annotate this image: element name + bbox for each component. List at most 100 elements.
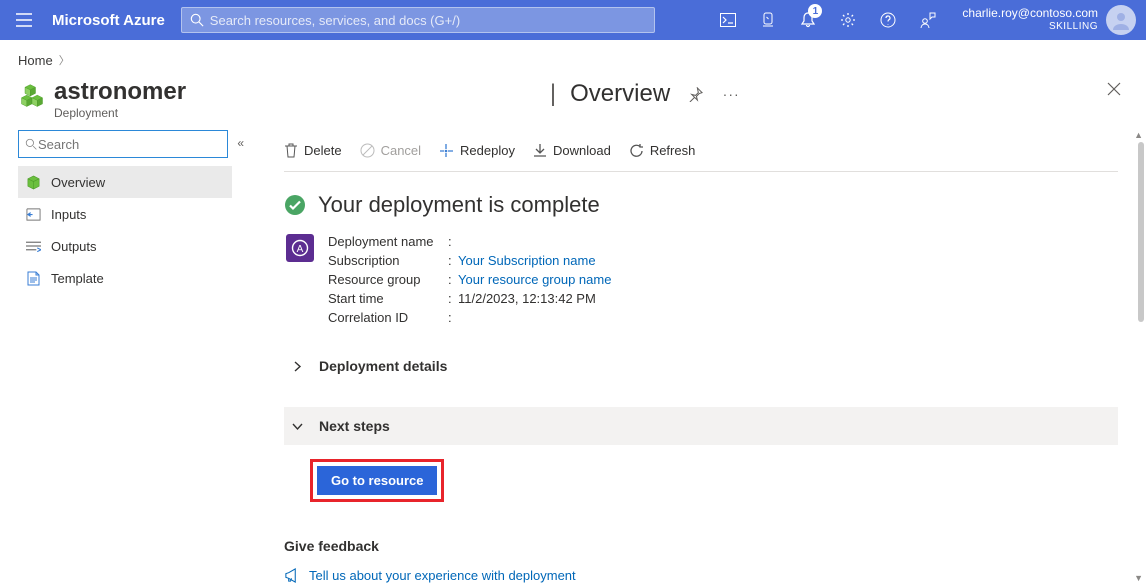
deployment-name-value — [458, 234, 611, 249]
menu-item-label: Inputs — [51, 207, 86, 222]
global-search[interactable] — [181, 7, 655, 33]
blade-title: Overview — [570, 80, 670, 108]
trash-icon — [284, 143, 298, 158]
go-to-resource-button[interactable]: Go to resource — [317, 466, 437, 495]
scroll-up-icon: ▲ — [1134, 130, 1143, 140]
notifications-button[interactable]: 1 — [788, 0, 828, 40]
main-content: ▲ ▼ Delete Cancel Redeploy Download — [248, 130, 1146, 583]
resource-type-label: Deployment — [54, 106, 186, 120]
command-bar: Delete Cancel Redeploy Download Refresh — [284, 130, 1118, 172]
brand-label[interactable]: Microsoft Azure — [48, 12, 179, 29]
global-header: Microsoft Azure 1 charlie.roy@contoso.co… — [0, 0, 1146, 40]
chevron-down-icon — [292, 421, 303, 432]
search-icon — [25, 138, 38, 151]
deployment-status: Your deployment is complete — [284, 192, 1118, 218]
hamburger-button[interactable] — [0, 0, 48, 40]
avatar-icon — [1111, 10, 1131, 30]
scroll-down-icon: ▼ — [1134, 573, 1143, 583]
menu-item-template[interactable]: Template — [18, 262, 232, 294]
person-feedback-icon — [920, 12, 936, 28]
deployment-cube-icon — [18, 82, 46, 110]
breadcrumb: Home 〉 — [0, 40, 1146, 72]
outputs-icon — [26, 240, 41, 253]
menu-item-label: Outputs — [51, 239, 97, 254]
resource-title: astronomer — [54, 78, 186, 106]
refresh-icon — [629, 143, 644, 158]
svg-text:A: A — [297, 244, 304, 255]
download-label: Download — [553, 143, 611, 158]
download-button[interactable]: Download — [533, 143, 611, 158]
menu-item-inputs[interactable]: Inputs — [18, 198, 232, 230]
cloud-shell-button[interactable] — [708, 0, 748, 40]
help-button[interactable] — [868, 0, 908, 40]
resource-group-link[interactable]: Your resource group name — [458, 272, 611, 287]
chevron-right-icon — [292, 361, 303, 372]
next-steps-section[interactable]: Next steps — [284, 407, 1118, 445]
deployment-name-label: Deployment name — [328, 234, 448, 249]
search-icon — [190, 13, 204, 27]
menu-item-overview[interactable]: Overview — [18, 166, 232, 198]
deployment-summary: A Deployment name: Subscription:Your Sub… — [286, 234, 1118, 325]
scrollbar[interactable]: ▲ ▼ — [1130, 130, 1146, 583]
refresh-label: Refresh — [650, 143, 696, 158]
section-divider: | — [550, 80, 556, 108]
deployment-details-section[interactable]: Deployment details — [284, 347, 1118, 385]
resource-header: astronomer Deployment | Overview ··· — [0, 72, 1146, 130]
resource-menu: « Overview Inputs Outputs Template — [0, 130, 248, 583]
feedback-section: Give feedback Tell us about your experie… — [284, 538, 1118, 583]
user-account-menu[interactable]: charlie.roy@contoso.com SKILLING — [948, 6, 1106, 34]
delete-button[interactable]: Delete — [284, 143, 342, 158]
collapse-menu-button[interactable]: « — [237, 136, 244, 150]
close-icon — [1107, 82, 1121, 96]
user-email: charlie.roy@contoso.com — [962, 6, 1098, 21]
astronomer-logo-icon: A — [291, 239, 309, 257]
subscription-link[interactable]: Your Subscription name — [458, 253, 611, 268]
feedback-title: Give feedback — [284, 538, 1118, 554]
menu-search[interactable] — [18, 130, 228, 158]
go-to-resource-highlight: Go to resource — [310, 459, 444, 502]
success-check-icon — [284, 194, 306, 216]
help-icon — [880, 12, 896, 28]
menu-item-label: Overview — [51, 175, 105, 190]
more-button[interactable]: ··· — [720, 83, 742, 105]
astronomer-logo: A — [286, 234, 314, 262]
pin-icon — [688, 87, 703, 102]
menu-item-outputs[interactable]: Outputs — [18, 230, 232, 262]
user-avatar[interactable] — [1106, 5, 1136, 35]
hamburger-icon — [16, 13, 32, 27]
settings-button[interactable] — [828, 0, 868, 40]
notification-badge: 1 — [808, 4, 822, 18]
copilot-button[interactable] — [748, 0, 788, 40]
deployment-details-label: Deployment details — [319, 358, 447, 374]
download-icon — [533, 143, 547, 158]
redeploy-icon — [439, 143, 454, 158]
global-search-input[interactable] — [210, 13, 654, 28]
inputs-icon — [26, 207, 41, 222]
gear-icon — [840, 12, 856, 28]
refresh-button[interactable]: Refresh — [629, 143, 696, 158]
resource-group-label: Resource group — [328, 272, 448, 287]
cloud-shell-icon — [720, 13, 736, 27]
cancel-label: Cancel — [381, 143, 421, 158]
header-action-icons: 1 — [708, 0, 948, 40]
delete-label: Delete — [304, 143, 342, 158]
start-time-value: 11/2/2023, 12:13:42 PM — [458, 291, 611, 306]
breadcrumb-home[interactable]: Home — [18, 53, 53, 68]
feedback-link-text: Tell us about your experience with deplo… — [309, 568, 576, 583]
redeploy-button[interactable]: Redeploy — [439, 143, 515, 158]
feedback-button[interactable] — [908, 0, 948, 40]
template-icon — [26, 271, 41, 286]
menu-search-input[interactable] — [38, 137, 221, 152]
close-blade-button[interactable] — [1106, 78, 1128, 100]
menu-item-label: Template — [51, 271, 104, 286]
correlation-id-label: Correlation ID — [328, 310, 448, 325]
user-tenant: SKILLING — [962, 21, 1098, 34]
status-title: Your deployment is complete — [318, 192, 600, 218]
scrollbar-thumb[interactable] — [1138, 142, 1144, 322]
pin-button[interactable] — [684, 83, 706, 105]
cancel-button: Cancel — [360, 143, 421, 158]
copilot-icon — [760, 12, 776, 28]
start-time-label: Start time — [328, 291, 448, 306]
feedback-link[interactable]: Tell us about your experience with deplo… — [284, 568, 1118, 583]
subscription-label: Subscription — [328, 253, 448, 268]
